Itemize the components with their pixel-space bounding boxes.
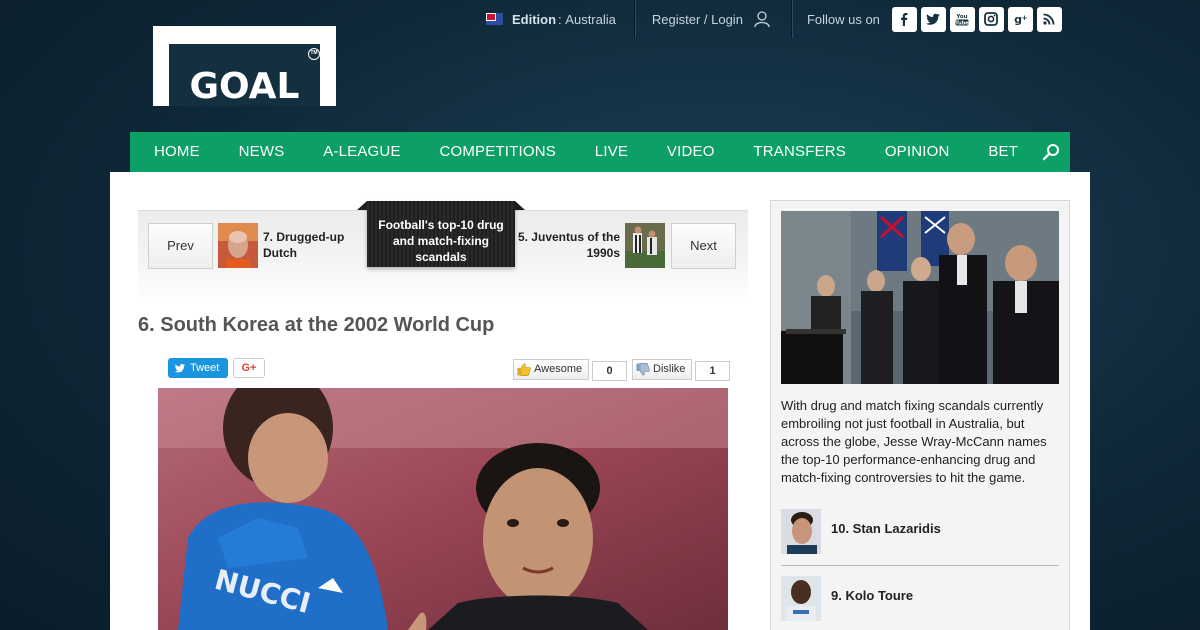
nav-item-news[interactable]: NEWS bbox=[219, 132, 304, 172]
google-plus-icon[interactable]: g + bbox=[1007, 6, 1033, 32]
google-plus-button[interactable]: G+ bbox=[233, 358, 265, 378]
instagram-icon[interactable] bbox=[978, 6, 1004, 32]
dislike-button[interactable]: Dislike bbox=[632, 359, 693, 380]
edition-label: Edition bbox=[512, 11, 557, 27]
article-title: 6. South Korea at the 2002 World Cup bbox=[138, 314, 495, 336]
svg-text:Tube: Tube bbox=[956, 20, 970, 26]
login-text: Register / Login bbox=[651, 11, 743, 27]
nav-item-live[interactable]: LIVE bbox=[575, 132, 647, 172]
sidebar-item-stan-lazaridis[interactable]: 10. Stan Lazaridis bbox=[781, 509, 1059, 555]
next-item-label[interactable]: 5. Juventus of the 1990s bbox=[510, 229, 620, 261]
rss-icon[interactable] bbox=[1036, 6, 1062, 32]
australia-flag-icon bbox=[486, 13, 503, 25]
sidebar-item-label: 10. Stan Lazaridis bbox=[831, 521, 941, 536]
nav-item-video[interactable]: VIDEO bbox=[648, 132, 734, 172]
next-button[interactable]: Next bbox=[671, 223, 736, 269]
sidebar-item-label: 9. Kolo Toure bbox=[831, 588, 914, 603]
prev-thumbnail[interactable] bbox=[218, 223, 258, 268]
edition-separator: : bbox=[558, 11, 562, 27]
login-link[interactable]: Register / Login bbox=[634, 0, 792, 38]
nav-item-bet[interactable]: BET bbox=[969, 132, 1038, 172]
edition-selector[interactable]: Edition: Australia bbox=[470, 0, 635, 38]
trademark-icon: TM bbox=[308, 48, 320, 60]
follow-us: Follow us on You Tube g + bbox=[791, 0, 1062, 38]
svg-text:+: + bbox=[1022, 14, 1028, 22]
search-icon[interactable] bbox=[1042, 143, 1060, 161]
tweet-button[interactable]: Tweet bbox=[168, 358, 228, 378]
divider bbox=[781, 565, 1059, 566]
gallery-slider: Prev 7. Drugged-up Dutch Football's top-… bbox=[138, 201, 748, 302]
gallery-description: With drug and match fixing scandals curr… bbox=[781, 398, 1047, 485]
prev-item-label[interactable]: 7. Drugged-up Dutch bbox=[263, 229, 373, 261]
thumbs-down-icon bbox=[636, 363, 650, 376]
nav-item-opinion[interactable]: OPINION bbox=[865, 132, 969, 172]
content-area: Prev 7. Drugged-up Dutch Football's top-… bbox=[110, 172, 1090, 630]
nav-item-transfers[interactable]: TRANSFERS bbox=[734, 132, 865, 172]
main-navigation: HOME NEWS A-LEAGUE COMPETITIONS LIVE VID… bbox=[130, 132, 1070, 172]
sidebar: With drug and match fixing scandals curr… bbox=[770, 200, 1070, 630]
nav-item-competitions[interactable]: COMPETITIONS bbox=[420, 132, 575, 172]
dislike-count: 1 bbox=[695, 361, 730, 381]
youtube-icon[interactable]: You Tube bbox=[949, 6, 975, 32]
nav-item-home[interactable]: HOME bbox=[130, 132, 219, 172]
kolo-toure-thumbnail bbox=[781, 576, 821, 621]
nav-item-a-league[interactable]: A-LEAGUE bbox=[304, 132, 420, 172]
awesome-button[interactable]: Awesome bbox=[513, 359, 590, 380]
share-bar: Tweet G+ Awesome 0 Dislike 1 bbox=[168, 358, 730, 381]
logo-text: GOAL bbox=[189, 66, 300, 107]
next-thumbnail[interactable] bbox=[625, 223, 665, 268]
gallery-title-card: Football's top-10 drug and match-fixing … bbox=[357, 201, 525, 267]
awesome-count: 0 bbox=[592, 361, 627, 381]
facebook-icon[interactable] bbox=[891, 6, 917, 32]
stan-lazaridis-thumbnail bbox=[781, 509, 821, 554]
article-main-photo: NUCCI bbox=[158, 388, 728, 630]
prev-button[interactable]: Prev bbox=[148, 223, 213, 269]
thumbs-up-icon bbox=[517, 363, 531, 376]
follow-label: Follow us on bbox=[806, 11, 880, 27]
goal-logo[interactable]: GOAL TM bbox=[153, 26, 336, 107]
sidebar-item-kolo-toure[interactable]: 9. Kolo Toure bbox=[781, 576, 1059, 622]
twitter-icon[interactable] bbox=[920, 6, 946, 32]
awesome-label: Awesome bbox=[534, 363, 583, 375]
twitter-bird-icon bbox=[174, 364, 186, 373]
top-bar: Edition: Australia Register / Login Foll… bbox=[470, 0, 1062, 38]
edition-value: Australia bbox=[565, 11, 616, 27]
tweet-label: Tweet bbox=[190, 362, 220, 374]
dislike-label: Dislike bbox=[653, 363, 686, 375]
press-conference-photo[interactable] bbox=[781, 211, 1059, 384]
svg-text:You: You bbox=[956, 14, 968, 20]
user-icon bbox=[754, 11, 770, 28]
